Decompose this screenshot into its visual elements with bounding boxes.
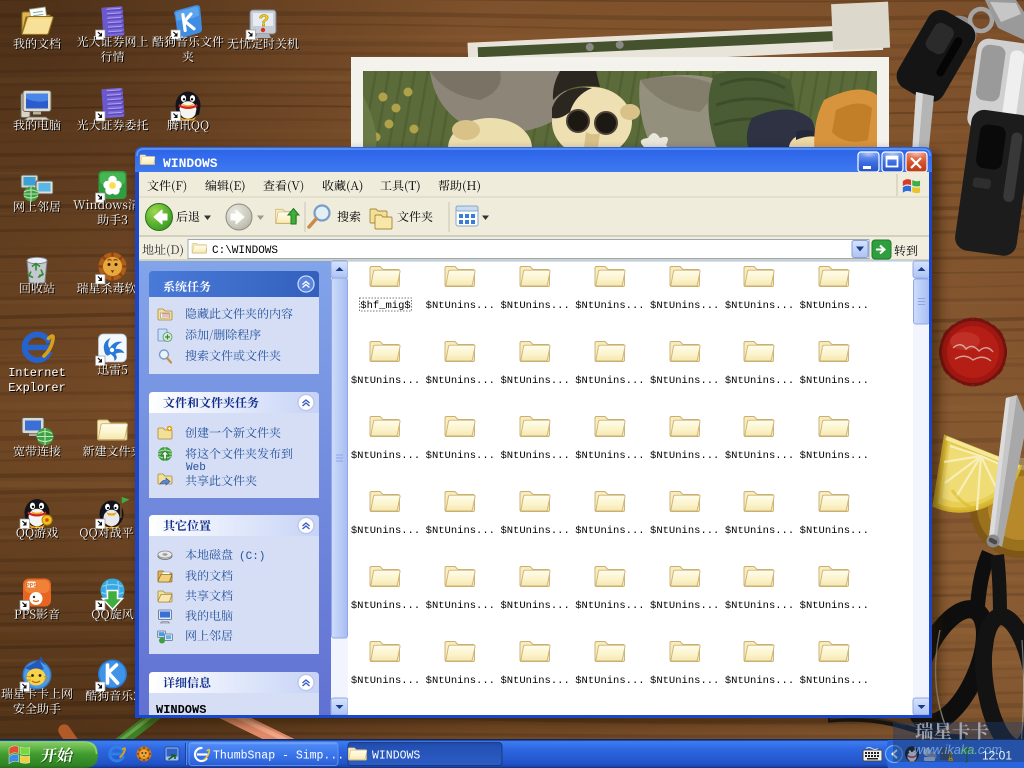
svg-text:$NtUnins...: $NtUnins...: [800, 300, 869, 312]
svg-text:$NtUnins...: $NtUnins...: [650, 375, 719, 387]
svg-text:$NtUnins...: $NtUnins...: [650, 300, 719, 312]
svg-text:$NtUnins...: $NtUnins...: [800, 450, 869, 462]
svg-text:$NtUnins...: $NtUnins...: [650, 525, 719, 537]
svg-text:$NtUnins...: $NtUnins...: [351, 450, 420, 462]
svg-text:$NtUnins...: $NtUnins...: [426, 300, 495, 312]
svg-text:(C:): (C:): [239, 551, 265, 563]
svg-text:Web: Web: [186, 462, 206, 474]
svg-text:$NtUnins...: $NtUnins...: [426, 450, 495, 462]
svg-text:$NtUnins...: $NtUnins...: [650, 600, 719, 612]
svg-text:WINDOWS: WINDOWS: [163, 156, 218, 171]
svg-text:$NtUnins...: $NtUnins...: [426, 375, 495, 387]
svg-text:$NtUnins...: $NtUnins...: [575, 300, 644, 312]
svg-text:WINDOWS: WINDOWS: [156, 703, 206, 717]
svg-text:$NtUnins...: $NtUnins...: [500, 525, 569, 537]
svg-text:$NtUnins...: $NtUnins...: [650, 675, 719, 687]
svg-text:$NtUnins...: $NtUnins...: [500, 600, 569, 612]
svg-text:$NtUnins...: $NtUnins...: [426, 525, 495, 537]
svg-text:$NtUnins...: $NtUnins...: [725, 300, 794, 312]
svg-text:ThumbSnap - Simp...: ThumbSnap - Simp...: [213, 750, 344, 763]
svg-text:$NtUnins...: $NtUnins...: [725, 600, 794, 612]
svg-text:$NtUnins...: $NtUnins...: [800, 525, 869, 537]
svg-text:$hf_mig$: $hf_mig$: [360, 300, 410, 312]
svg-text:$NtUnins...: $NtUnins...: [575, 525, 644, 537]
svg-text:$NtUnins...: $NtUnins...: [426, 675, 495, 687]
svg-text:$NtUnins...: $NtUnins...: [500, 300, 569, 312]
svg-text:$NtUnins...: $NtUnins...: [426, 600, 495, 612]
svg-text:$NtUnins...: $NtUnins...: [725, 450, 794, 462]
svg-text:Internet: Internet: [8, 366, 66, 380]
svg-text:WINDOWS: WINDOWS: [372, 750, 420, 763]
svg-text:$NtUnins...: $NtUnins...: [725, 675, 794, 687]
svg-text:$NtUnins...: $NtUnins...: [575, 675, 644, 687]
svg-text:$NtUnins...: $NtUnins...: [575, 375, 644, 387]
svg-text:?: ?: [259, 11, 269, 30]
svg-text:$NtUnins...: $NtUnins...: [500, 375, 569, 387]
svg-text:$NtUnins...: $NtUnins...: [575, 600, 644, 612]
svg-text:$NtUnins...: $NtUnins...: [650, 450, 719, 462]
svg-text:12:01: 12:01: [982, 749, 1012, 763]
svg-text:$NtUnins...: $NtUnins...: [800, 600, 869, 612]
svg-text:$NtUnins...: $NtUnins...: [351, 525, 420, 537]
svg-text:$NtUnins...: $NtUnins...: [800, 675, 869, 687]
svg-text:$NtUnins...: $NtUnins...: [725, 525, 794, 537]
svg-text:$NtUnins...: $NtUnins...: [500, 450, 569, 462]
svg-text:C:\WINDOWS: C:\WINDOWS: [212, 245, 278, 257]
svg-text:$NtUnins...: $NtUnins...: [351, 600, 420, 612]
svg-text:PPS: PPS: [26, 583, 37, 589]
svg-text:$NtUnins...: $NtUnins...: [351, 375, 420, 387]
svg-text:$NtUnins...: $NtUnins...: [725, 375, 794, 387]
svg-text:$NtUnins...: $NtUnins...: [575, 450, 644, 462]
svg-text:$NtUnins...: $NtUnins...: [500, 675, 569, 687]
svg-text:$NtUnins...: $NtUnins...: [800, 375, 869, 387]
svg-text:Explorer: Explorer: [8, 381, 66, 395]
svg-text:$NtUnins...: $NtUnins...: [351, 675, 420, 687]
